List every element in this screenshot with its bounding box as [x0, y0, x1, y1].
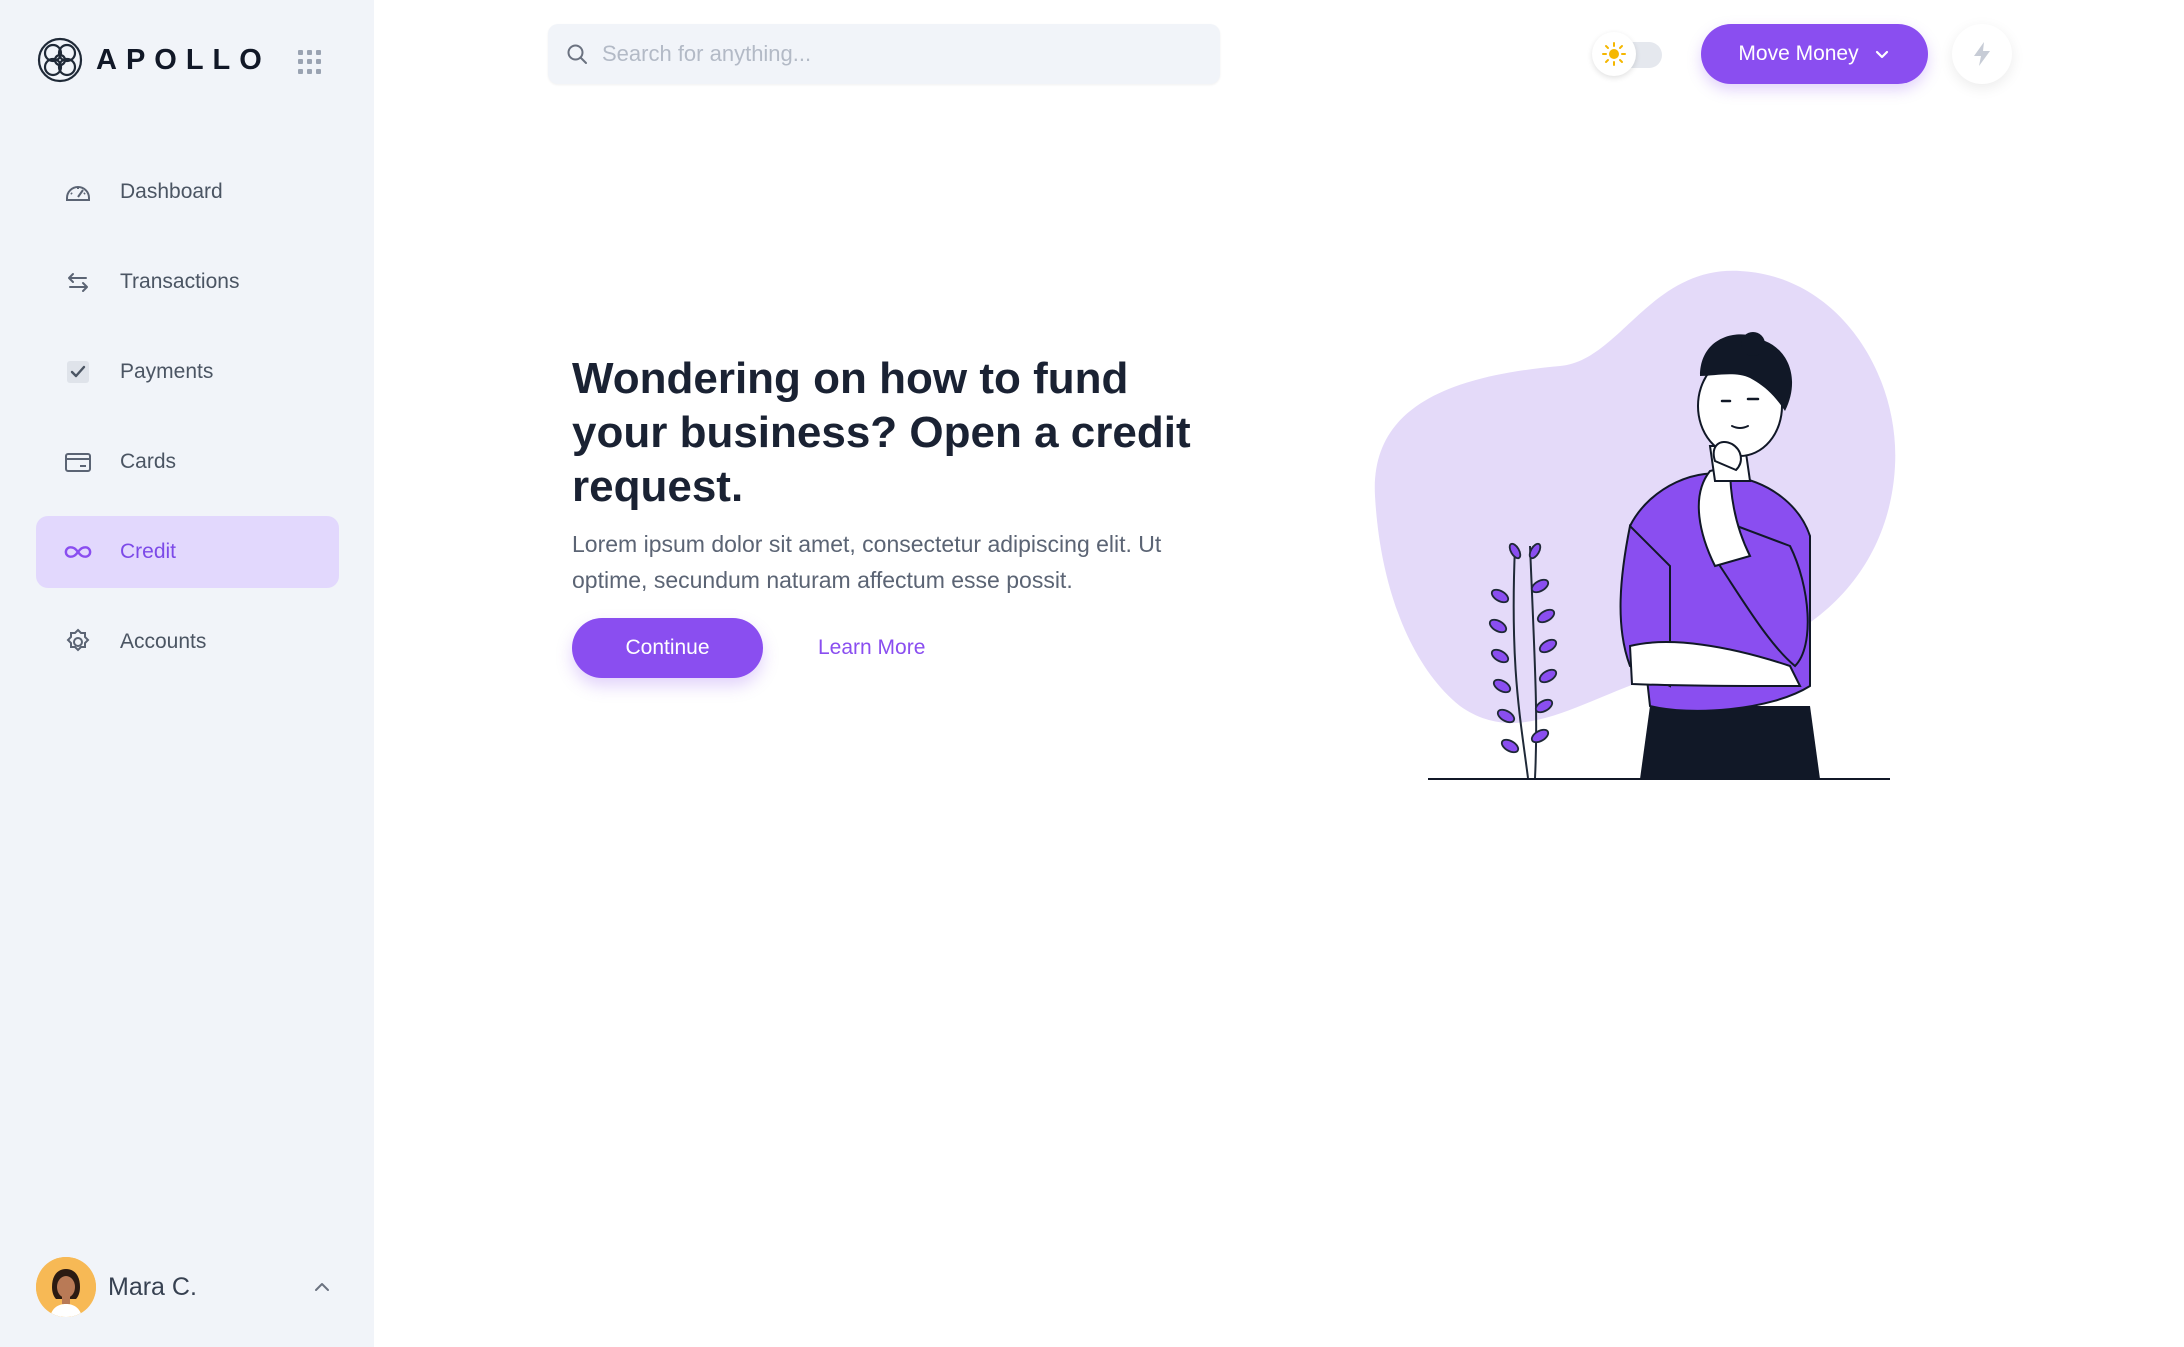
move-money-button[interactable]: Move Money: [1701, 24, 1928, 84]
chevron-up-icon[interactable]: [311, 1276, 333, 1298]
thinking-man-illustration: [1374, 270, 1896, 780]
sidebar-item-label: Credit: [120, 540, 177, 563]
sidebar-item-payments[interactable]: Payments: [36, 336, 339, 408]
app: APOLLO Dashboard Transactions Payments C…: [0, 0, 2184, 1347]
search-input[interactable]: [602, 41, 1182, 67]
credit-card-icon: [64, 448, 92, 476]
brand-logo-icon: [37, 37, 83, 83]
user-name: Mara C.: [108, 1272, 197, 1301]
sidebar-item-label: Dashboard: [120, 180, 223, 203]
move-money-label: Move Money: [1738, 42, 1859, 65]
sidebar-item-label: Accounts: [120, 630, 207, 653]
sidebar-item-cards[interactable]: Cards: [36, 426, 339, 498]
avatar: [36, 1257, 96, 1317]
search-bar[interactable]: [548, 24, 1220, 84]
learn-more-link[interactable]: Learn More: [818, 636, 925, 660]
sidebar: APOLLO Dashboard Transactions Payments C…: [0, 0, 374, 1347]
user-menu[interactable]: Mara C.: [36, 1256, 339, 1318]
gauge-icon: [64, 178, 92, 206]
hero-title: Wondering on how to fund your business? …: [572, 354, 1191, 511]
brand[interactable]: APOLLO: [36, 36, 271, 84]
theme-toggle[interactable]: [1592, 32, 1670, 76]
swap-arrows-icon: [64, 268, 92, 296]
quick-actions-button[interactable]: [1952, 24, 2012, 84]
search-icon: [567, 44, 587, 64]
infinity-icon: [64, 538, 92, 566]
chevron-down-icon: [1875, 50, 1888, 59]
apps-grid-icon[interactable]: [298, 50, 322, 74]
checkbox-icon: [64, 358, 92, 386]
sidebar-item-label: Payments: [120, 360, 214, 383]
sidebar-item-accounts[interactable]: Accounts: [36, 606, 339, 678]
hero-description: Lorem ipsum dolor sit amet, consectetur …: [572, 531, 1162, 593]
sidebar-item-dashboard[interactable]: Dashboard: [36, 156, 339, 228]
sidebar-item-label: Transactions: [120, 270, 240, 293]
sun-icon: [1592, 32, 1636, 76]
sidebar-item-transactions[interactable]: Transactions: [36, 246, 339, 318]
sidebar-item-credit[interactable]: Credit: [36, 516, 339, 588]
hero-actions: Continue Learn More: [572, 618, 1212, 678]
sidebar-nav: Dashboard Transactions Payments Cards Cr…: [36, 156, 339, 696]
sidebar-item-label: Cards: [120, 450, 177, 473]
gear-icon: [64, 628, 92, 656]
continue-button[interactable]: Continue: [572, 618, 763, 678]
brand-name: APOLLO: [96, 43, 271, 76]
lightning-bolt-icon: [1974, 42, 1990, 66]
hero: Wondering on how to fund your business? …: [572, 352, 1212, 678]
